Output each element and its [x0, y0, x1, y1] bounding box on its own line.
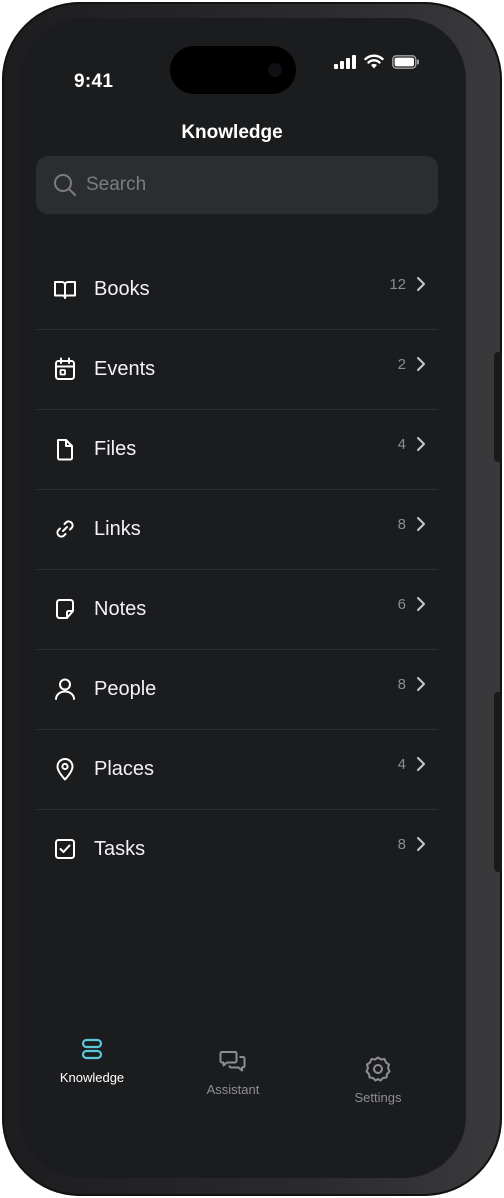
list-item-label: Tasks — [94, 838, 146, 860]
chevron-right-icon — [417, 517, 425, 531]
power-button — [494, 692, 502, 872]
list-item-events[interactable]: Events 2 — [36, 330, 438, 410]
status-bar: 9:41 — [20, 18, 466, 138]
list-item-count: 4 — [397, 436, 406, 453]
search-bar[interactable]: Search — [36, 156, 438, 214]
status-time: 9:41 — [74, 71, 114, 92]
list-item-label: Files — [94, 438, 137, 460]
battery-icon — [392, 54, 419, 69]
map-pin-icon — [56, 758, 74, 781]
tab-knowledge[interactable]: Knowledge — [37, 1034, 147, 1085]
gear-icon — [365, 1056, 391, 1082]
list-item-count: 8 — [397, 676, 406, 693]
list-item-notes[interactable]: Notes 6 — [36, 570, 438, 650]
chevron-right-icon — [417, 837, 425, 851]
list-item-count: 2 — [397, 356, 406, 373]
list-item-files[interactable]: Files 4 — [36, 410, 438, 490]
list-item-people[interactable]: People 8 — [36, 650, 438, 730]
page-title: Knowledge — [181, 122, 283, 143]
list-item-count: 12 — [389, 276, 406, 293]
status-icons — [334, 54, 420, 69]
wifi-icon — [364, 54, 384, 69]
tab-assistant[interactable]: Assistant — [178, 1046, 288, 1097]
app-screen: 9:41 Knowledge Search Books 12 Events 2 … — [20, 18, 466, 1178]
list-item-count: 8 — [397, 836, 406, 853]
list-item-label: Books — [94, 278, 150, 300]
tab-label: Knowledge — [59, 1070, 125, 1085]
list-item-count: 6 — [397, 596, 406, 613]
chevron-right-icon — [417, 437, 425, 451]
person-icon — [55, 678, 75, 700]
list-item-links[interactable]: Links 8 — [36, 490, 438, 570]
search-input[interactable]: Search — [86, 174, 146, 196]
dynamic-island — [170, 46, 296, 94]
chevron-right-icon — [417, 597, 425, 611]
tab-label: Settings — [354, 1090, 402, 1105]
cellular-signal-icon — [334, 54, 356, 69]
chevron-right-icon — [417, 757, 425, 771]
list-item-books[interactable]: Books 12 — [36, 250, 438, 330]
stack-icon — [81, 1038, 103, 1060]
list-item-label: Notes — [94, 598, 147, 620]
tab-settings[interactable]: Settings — [323, 1054, 433, 1105]
chevron-right-icon — [417, 357, 425, 371]
calendar-icon — [55, 357, 75, 380]
book-icon — [54, 281, 76, 299]
list-item-label: People — [94, 678, 157, 700]
list-item-label: Events — [94, 358, 156, 380]
checkbox-icon — [55, 839, 75, 859]
chevron-right-icon — [417, 277, 425, 291]
phone-frame: 9:41 Knowledge Search Books 12 Events 2 … — [2, 2, 502, 1196]
list-item-places[interactable]: Places 4 — [36, 730, 438, 810]
camera-lens — [268, 63, 282, 77]
list-item-label: Links — [94, 518, 141, 540]
link-icon — [56, 520, 74, 538]
list-item-label: Places — [94, 758, 155, 780]
list-item-count: 4 — [397, 756, 406, 773]
file-icon — [57, 439, 73, 461]
list-item-count: 8 — [397, 516, 406, 533]
knowledge-list: Books 12 Events 2 Files 4 Links 8 Notes … — [36, 250, 438, 889]
tab-label: Assistant — [206, 1082, 260, 1097]
note-icon — [56, 599, 74, 619]
chevron-right-icon — [417, 677, 425, 691]
volume-up-button — [494, 352, 502, 462]
list-item-tasks[interactable]: Tasks 8 — [36, 810, 438, 889]
tab-bar: Knowledge Assistant Settings — [20, 1034, 466, 1134]
chat-bubbles-icon — [219, 1051, 246, 1072]
search-icon — [52, 172, 78, 198]
